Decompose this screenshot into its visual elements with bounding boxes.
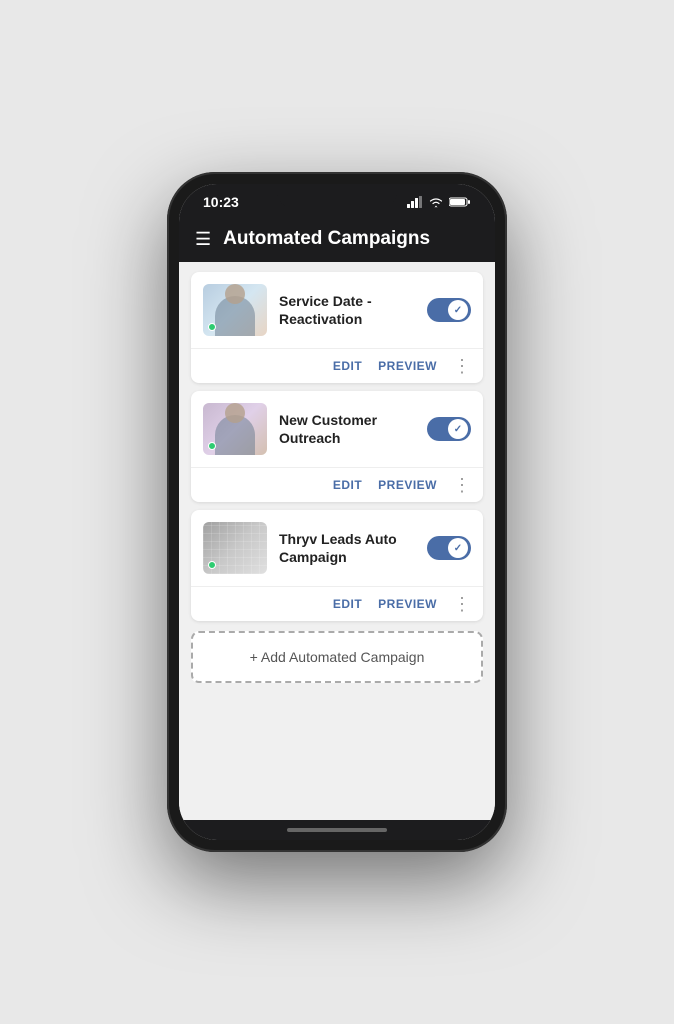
campaign-name-1: Service Date -Reactivation: [279, 292, 415, 328]
thumb-person-1: [215, 296, 255, 336]
add-campaign-button[interactable]: + Add Automated Campaign: [191, 631, 483, 683]
toggle-knob-3: ✓: [448, 538, 468, 558]
hamburger-icon[interactable]: ☰: [195, 229, 211, 250]
notch: [277, 184, 397, 208]
status-time: 10:23: [203, 194, 239, 210]
campaign-card-1: Service Date -Reactivation ✓ EDIT PREVIE…: [191, 272, 483, 383]
status-bar: 10:23: [179, 184, 495, 216]
toggle-check-1: ✓: [454, 305, 462, 316]
more-button-1[interactable]: ⋮: [453, 357, 471, 375]
campaign-main-1: Service Date -Reactivation ✓: [191, 272, 483, 348]
campaign-card-3: Thryv Leads AutoCampaign ✓ EDIT PREVIEW …: [191, 510, 483, 621]
campaign-info-1: Service Date -Reactivation: [279, 292, 415, 328]
toggle-knob-2: ✓: [448, 419, 468, 439]
preview-button-2[interactable]: PREVIEW: [378, 478, 437, 492]
more-button-3[interactable]: ⋮: [453, 595, 471, 613]
page-title: Automated Campaigns: [223, 228, 430, 250]
campaign-card-2: New Customer Outreach ✓ EDIT PREVIEW ⋮: [191, 391, 483, 502]
campaign-toggle-3[interactable]: ✓: [427, 536, 471, 560]
campaign-active-dot-2: [208, 442, 216, 450]
campaign-footer-1: EDIT PREVIEW ⋮: [191, 348, 483, 383]
campaign-name-2: New Customer Outreach: [279, 411, 415, 447]
status-icons: [407, 196, 471, 208]
home-indicator: [179, 820, 495, 840]
toggle-check-2: ✓: [454, 424, 462, 435]
campaign-thumbnail-3: [203, 522, 267, 574]
thumb-person-2: [215, 415, 255, 455]
campaign-thumbnail-1: [203, 284, 267, 336]
campaign-info-3: Thryv Leads AutoCampaign: [279, 530, 415, 566]
toggle-knob-1: ✓: [448, 300, 468, 320]
campaign-active-dot-3: [208, 561, 216, 569]
battery-icon: [449, 196, 471, 208]
phone-screen: 10:23: [179, 184, 495, 840]
campaign-toggle-2[interactable]: ✓: [427, 417, 471, 441]
campaign-main-2: New Customer Outreach ✓: [191, 391, 483, 467]
wifi-icon: [428, 196, 444, 208]
signal-icon: [407, 196, 423, 208]
campaign-active-dot-1: [208, 323, 216, 331]
app-header: ☰ Automated Campaigns: [179, 216, 495, 262]
more-button-2[interactable]: ⋮: [453, 476, 471, 494]
preview-button-3[interactable]: PREVIEW: [378, 597, 437, 611]
campaign-thumbnail-2: [203, 403, 267, 455]
preview-button-1[interactable]: PREVIEW: [378, 359, 437, 373]
add-campaign-label: + Add Automated Campaign: [250, 649, 425, 665]
campaign-info-2: New Customer Outreach: [279, 411, 415, 447]
toggle-check-3: ✓: [454, 543, 462, 554]
edit-button-2[interactable]: EDIT: [333, 478, 362, 492]
phone-frame: 10:23: [167, 172, 507, 852]
edit-button-1[interactable]: EDIT: [333, 359, 362, 373]
campaign-footer-3: EDIT PREVIEW ⋮: [191, 586, 483, 621]
campaign-footer-2: EDIT PREVIEW ⋮: [191, 467, 483, 502]
home-bar: [287, 828, 387, 832]
edit-button-3[interactable]: EDIT: [333, 597, 362, 611]
campaigns-list: Service Date -Reactivation ✓ EDIT PREVIE…: [179, 262, 495, 820]
campaign-toggle-1[interactable]: ✓: [427, 298, 471, 322]
campaign-name-3: Thryv Leads AutoCampaign: [279, 530, 415, 566]
campaign-main-3: Thryv Leads AutoCampaign ✓: [191, 510, 483, 586]
